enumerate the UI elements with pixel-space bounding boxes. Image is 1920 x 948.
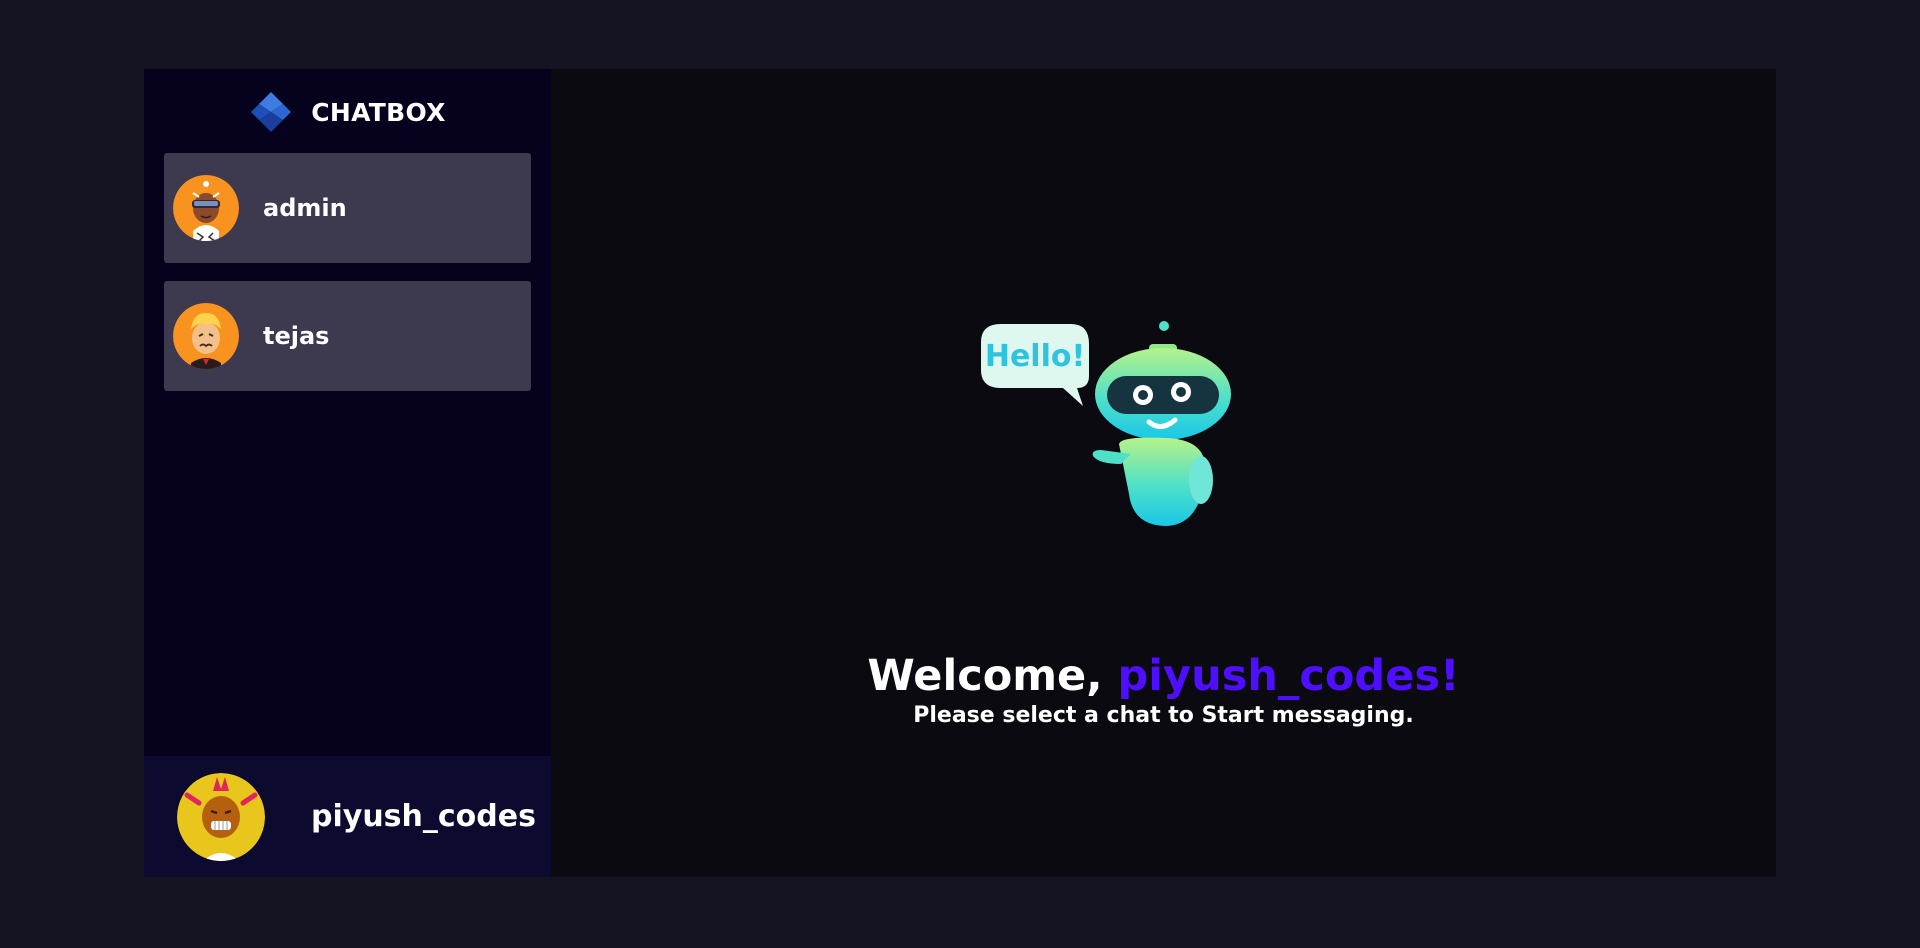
chat-app: CHATBOX admin tejas piyush_codes Hello! … xyxy=(144,69,1776,877)
sidebar: CHATBOX admin tejas piyush_codes xyxy=(144,69,551,877)
welcome-username: piyush_codes! xyxy=(1117,651,1460,701)
contact-name: tejas xyxy=(263,322,330,350)
avatar xyxy=(173,175,239,241)
brand-name: CHATBOX xyxy=(311,97,446,127)
robot-illustration: Hello! xyxy=(981,321,1231,526)
welcome-panel: Hello! Welcome, piyush_codes! Please sel… xyxy=(551,69,1776,877)
speech-bubble-text: Hello! xyxy=(985,339,1085,374)
contact-item-tejas[interactable]: tejas xyxy=(164,281,531,391)
contact-item-admin[interactable]: admin xyxy=(164,153,531,263)
welcome-subtitle: Please select a chat to Start messaging. xyxy=(913,703,1414,728)
welcome-greeting: Welcome, xyxy=(867,651,1103,701)
current-user-panel: piyush_codes xyxy=(144,756,551,877)
avatar xyxy=(173,303,239,369)
current-user-avatar xyxy=(177,772,265,861)
welcome-message: Welcome, piyush_codes! Please select a c… xyxy=(551,651,1776,728)
chatbox-logo-icon xyxy=(251,92,292,132)
brand: CHATBOX xyxy=(144,69,551,151)
current-user-name: piyush_codes xyxy=(311,799,536,834)
contact-list: admin tejas xyxy=(144,153,551,391)
contact-name: admin xyxy=(263,194,347,222)
welcome-heading: Welcome, piyush_codes! xyxy=(551,651,1776,701)
